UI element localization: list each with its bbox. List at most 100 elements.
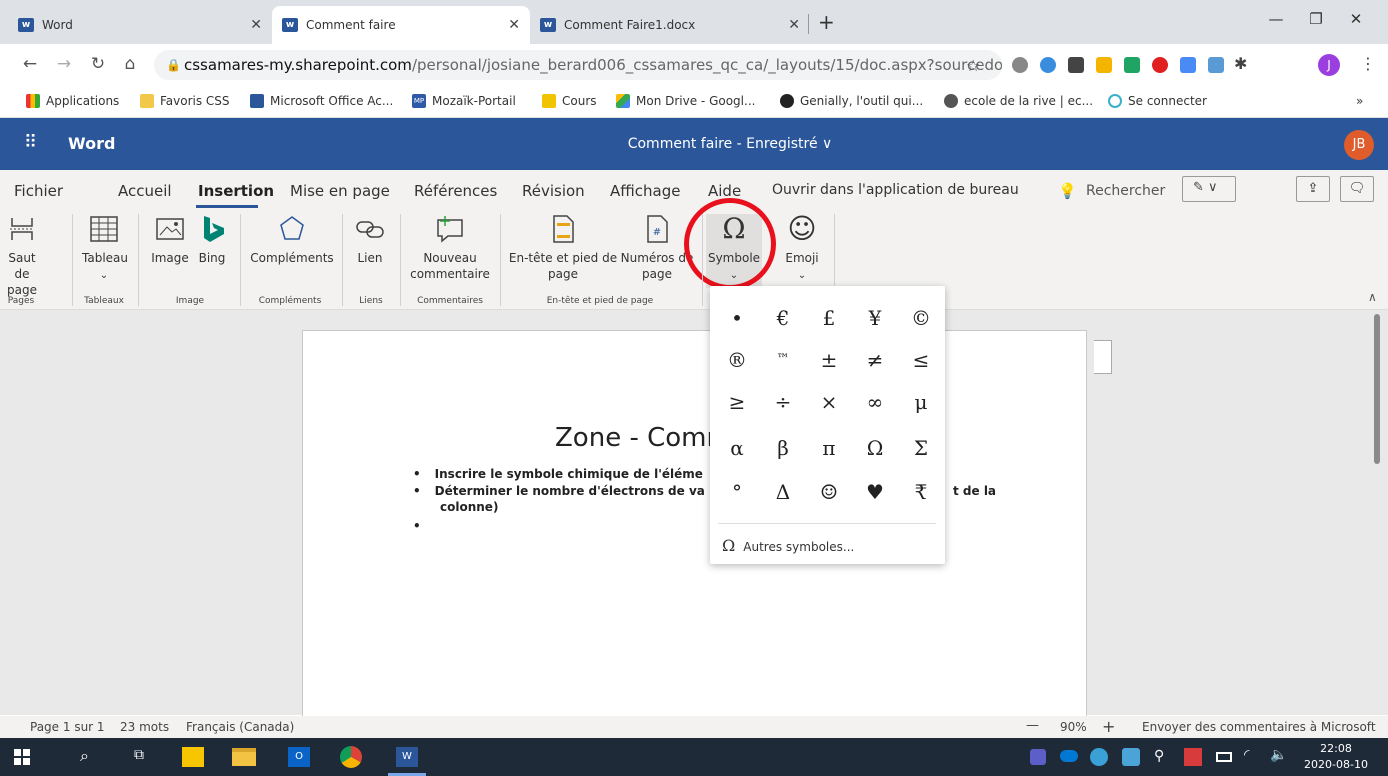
bookmark-drive[interactable]: Mon Drive - Googl...: [616, 94, 755, 108]
wifi-icon[interactable]: ◜: [1244, 747, 1249, 763]
windows-start-icon[interactable]: [14, 749, 30, 765]
open-desktop-app[interactable]: Ouvrir dans l'application de bureau: [772, 182, 1019, 198]
zoom-out-button[interactable]: —: [1026, 718, 1039, 733]
extension-icon[interactable]: [1096, 57, 1112, 73]
extension-icon[interactable]: [1040, 57, 1056, 73]
file-explorer-icon[interactable]: [232, 748, 256, 766]
comments-icon[interactable]: 🗨: [1340, 176, 1374, 202]
puzzle-icon[interactable]: ✱: [1234, 54, 1247, 73]
symbol-item[interactable]: £: [806, 298, 852, 338]
volume-icon[interactable]: 🔈: [1270, 747, 1287, 763]
symbol-item[interactable]: ©: [898, 298, 944, 338]
tab-revision[interactable]: Révision: [522, 182, 585, 200]
app-name[interactable]: Word: [68, 134, 115, 153]
forward-icon[interactable]: →: [54, 54, 74, 74]
lien-button[interactable]: Lien: [350, 214, 390, 266]
document-title[interactable]: Comment faire - Enregistré ∨: [600, 136, 860, 152]
tab-word[interactable]: w Word ✕: [8, 6, 272, 44]
extension-icon[interactable]: [1068, 57, 1084, 73]
zoom-level[interactable]: 90%: [1060, 720, 1087, 734]
nouveau-commentaire-button[interactable]: Nouveau commentaire: [410, 214, 490, 282]
home-icon[interactable]: ⌂: [120, 54, 140, 74]
zoom-in-button[interactable]: +: [1102, 717, 1115, 736]
symbol-item[interactable]: €: [760, 298, 806, 338]
bookmark-applications[interactable]: Applications: [26, 94, 119, 108]
symbol-item[interactable]: •: [714, 298, 760, 338]
bullet-item[interactable]: • Déterminer le nombre d'électrons de va: [413, 484, 705, 498]
profile-avatar[interactable]: J: [1318, 54, 1340, 76]
tab-insertion[interactable]: Insertion: [198, 182, 274, 200]
symbol-item[interactable]: ®: [714, 340, 760, 380]
tab-mise-en-page[interactable]: Mise en page: [290, 182, 390, 200]
symbol-item[interactable]: Ω: [852, 428, 898, 468]
document-heading[interactable]: Zone - Comm: [555, 423, 732, 453]
symbol-item[interactable]: ≠: [852, 340, 898, 380]
bookmark-ecole[interactable]: ecole de la rive | ec...: [944, 94, 1093, 108]
sticky-notes-icon[interactable]: [182, 747, 204, 767]
battery-icon[interactable]: [1216, 752, 1232, 762]
symbol-item[interactable]: ±: [806, 340, 852, 380]
symbol-item[interactable]: ☺: [806, 472, 852, 512]
share-icon[interactable]: ⇪: [1296, 176, 1330, 202]
symbol-item[interactable]: °: [714, 472, 760, 512]
chrome-icon[interactable]: [340, 746, 362, 768]
minimize-icon[interactable]: —: [1266, 10, 1286, 28]
word-taskbar-icon[interactable]: W: [396, 747, 418, 767]
url-field[interactable]: 🔒 cssamares-my.sharepoint.com/personal/j…: [154, 50, 1002, 80]
search-label[interactable]: Rechercher: [1086, 183, 1165, 199]
tray-app-icon[interactable]: [1122, 748, 1140, 766]
clock[interactable]: 22:08 2020-08-10: [1304, 741, 1368, 773]
tableau-button[interactable]: Tableau ⌄: [82, 214, 128, 284]
editing-mode-dropdown[interactable]: ✎ ∨: [1182, 176, 1236, 202]
tab-affichage[interactable]: Affichage: [610, 182, 680, 200]
bullet-item-empty[interactable]: •: [413, 519, 421, 533]
symbol-item[interactable]: α: [714, 428, 760, 468]
bullet-item[interactable]: • Inscrire le symbole chimique de l'éléme: [413, 467, 703, 481]
user-avatar[interactable]: JB: [1344, 130, 1374, 160]
symbol-item[interactable]: μ: [898, 382, 944, 422]
bookmark-favoris[interactable]: Favoris CSS: [140, 94, 230, 108]
outlook-icon[interactable]: O: [288, 747, 310, 767]
app-launcher-icon[interactable]: ⠿: [24, 132, 38, 153]
symbol-item[interactable]: ×: [806, 382, 852, 422]
symbol-item[interactable]: ≤: [898, 340, 944, 380]
bookmark-genially[interactable]: Genially, l'outil qui...: [780, 94, 923, 108]
onedrive-icon[interactable]: [1060, 750, 1078, 762]
collapse-ribbon-icon[interactable]: ∧: [1368, 290, 1377, 304]
tray-app-icon[interactable]: [1184, 748, 1202, 766]
bullet-tail-text[interactable]: t de la: [953, 484, 996, 498]
bookmark-office[interactable]: Microsoft Office Ac...: [250, 94, 393, 108]
bookmark-mozaik[interactable]: MP Mozaïk-Portail: [412, 94, 516, 108]
new-tab-button[interactable]: +: [818, 10, 835, 34]
reload-icon[interactable]: ↻: [88, 54, 108, 74]
tab-comment-faire1[interactable]: w Comment Faire1.docx ✕: [530, 6, 810, 44]
task-view-icon[interactable]: ⧉: [134, 747, 144, 763]
tab-references[interactable]: Références: [414, 182, 497, 200]
translate-icon[interactable]: [1180, 57, 1196, 73]
word-count[interactable]: 23 mots: [120, 720, 169, 734]
adblock-icon[interactable]: [1152, 57, 1168, 73]
back-icon[interactable]: ←: [20, 54, 40, 74]
document-page[interactable]: Zone - Comm • Inscrire le symbole chimiqu…: [302, 330, 1087, 730]
symbol-item[interactable]: ≥: [714, 382, 760, 422]
symbol-item[interactable]: ÷: [760, 382, 806, 422]
close-icon[interactable]: ✕: [250, 17, 262, 33]
symbol-item[interactable]: ♥: [852, 472, 898, 512]
teams-icon[interactable]: [1030, 749, 1046, 765]
network-status-icon[interactable]: ⚲: [1154, 748, 1164, 764]
image-button[interactable]: Image: [148, 214, 192, 266]
language[interactable]: Français (Canada): [186, 720, 294, 734]
tray-app-icon[interactable]: [1090, 748, 1108, 766]
symbol-item[interactable]: ¥: [852, 298, 898, 338]
symbol-item[interactable]: Δ: [760, 472, 806, 512]
bing-button[interactable]: Bing: [192, 214, 232, 266]
scrollbar-thumb[interactable]: [1374, 314, 1380, 464]
bullet-continuation[interactable]: colonne): [440, 500, 498, 514]
close-window-icon[interactable]: ✕: [1346, 10, 1366, 28]
close-icon[interactable]: ✕: [508, 17, 520, 33]
entete-pied-button[interactable]: En-tête et pied de page: [508, 214, 618, 282]
symbol-item[interactable]: ∞: [852, 382, 898, 422]
menu-icon[interactable]: ⋮: [1360, 54, 1376, 73]
symbol-item[interactable]: ₹: [898, 472, 944, 512]
complements-button[interactable]: Compléments: [250, 214, 334, 266]
